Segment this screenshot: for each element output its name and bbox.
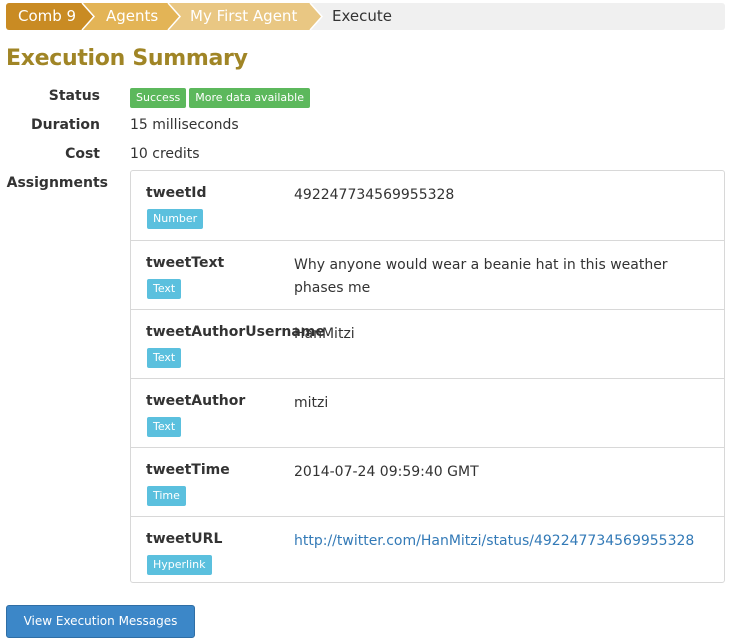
breadcrumb-item-agents[interactable]: Agents (106, 3, 158, 30)
breadcrumb-item-current: Execute (332, 7, 392, 25)
list-item: tweetId Number 492247734569955328 (131, 171, 724, 240)
assignment-name: tweetTime (146, 462, 230, 478)
list-item: tweetText Text Why anyone would wear a b… (131, 240, 724, 309)
type-badge: Hyperlink (147, 555, 212, 575)
type-badge: Text (147, 279, 182, 299)
assignment-name: tweetAuthor (146, 393, 246, 409)
assignment-value: 2014-07-24 09:59:40 GMT (294, 464, 479, 480)
list-item: tweetAuthorUsername Text HanMitzi (131, 309, 724, 378)
status-badges: Success More data available (130, 88, 313, 108)
assignment-value: Why anyone would wear a beanie hat in th… (294, 257, 668, 296)
type-badge: Time (147, 486, 186, 506)
assignment-value: mitzi (294, 395, 329, 411)
assignments-list: tweetId Number 492247734569955328 tweetT… (130, 170, 725, 583)
status-badge-more-data: More data available (189, 88, 310, 108)
status-badge-success: Success (130, 88, 187, 108)
status-label: Status (48, 88, 100, 104)
list-item: tweetTime Time 2014-07-24 09:59:40 GMT (131, 447, 724, 516)
view-execution-messages-button[interactable]: View Execution Messages (6, 605, 195, 638)
duration-value: 15 milliseconds (130, 117, 239, 133)
cost-label: Cost (65, 146, 100, 162)
list-item: tweetURL Hyperlink http://twitter.com/Ha… (131, 516, 724, 582)
assignment-name: tweetText (146, 255, 225, 271)
breadcrumb-item-comb[interactable]: Comb 9 (18, 3, 76, 30)
tweet-url-link[interactable]: http://twitter.com/HanMitzi/status/49224… (294, 530, 694, 553)
assignments-label: Assignments (6, 175, 108, 191)
page-title: Execution Summary (6, 46, 248, 71)
breadcrumb: Comb 9 Agents My First Agent Execute (6, 3, 725, 30)
cost-value: 10 credits (130, 146, 200, 162)
assignment-name: tweetId (146, 185, 207, 201)
breadcrumb-item-agent[interactable]: My First Agent (190, 3, 297, 30)
duration-label: Duration (30, 117, 100, 133)
assignment-value: HanMitzi (294, 326, 355, 342)
type-badge: Text (147, 417, 182, 437)
type-badge: Number (147, 209, 204, 229)
assignment-value: 492247734569955328 (294, 187, 455, 203)
execution-page: Comb 9 Agents My First Agent Execute Exe… (0, 0, 731, 642)
type-badge: Text (147, 348, 182, 368)
list-item: tweetAuthor Text mitzi (131, 378, 724, 447)
assignment-name: tweetURL (146, 531, 223, 547)
